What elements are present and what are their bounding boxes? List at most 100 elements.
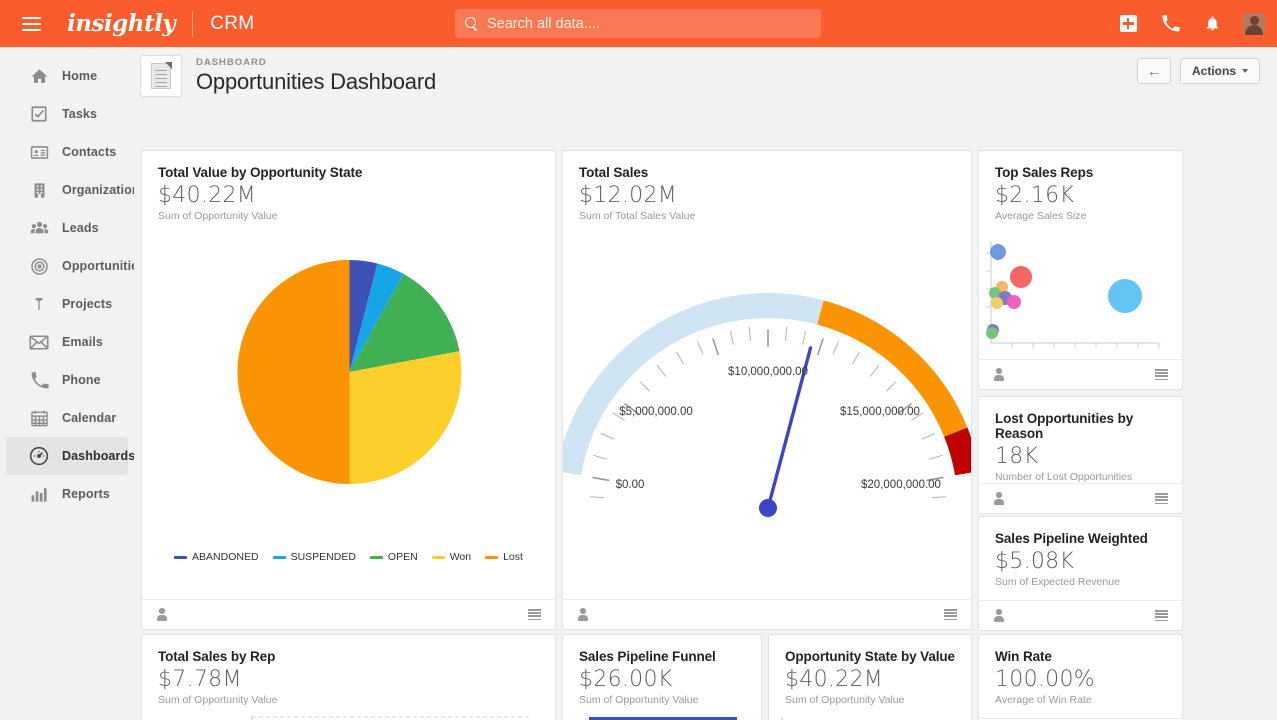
card-lost-opportunities-by-reason[interactable]: Lost Opportunities by Reason 18K Number … [978,396,1183,514]
card-subtitle: Sum of Total Sales Value [579,210,696,222]
search-icon [465,16,479,31]
sidebar-item-label: Reports [62,487,110,501]
card-subtitle: Average of Win Rate [995,694,1092,706]
phone-icon[interactable] [1157,11,1183,37]
bar-chart-icon [28,483,50,505]
person-icon[interactable] [993,609,1004,622]
legend-swatch [485,555,499,559]
sidebar-item-organizations[interactable]: Organizations [6,171,147,209]
card-title: Total Value by Opportunity State [158,165,363,180]
hammer-icon [28,293,50,315]
card-sales-pipeline-funnel[interactable]: Sales Pipeline Funnel $26.00K Sum of Opp… [562,634,762,720]
card-value: 18K [995,444,1039,469]
card-subtitle: Sum of Opportunity Value [579,694,699,706]
card-total-value-by-opportunity-state[interactable]: Total Value by Opportunity State $40.22M… [141,150,556,630]
sidebar-item-label: Leads [62,221,99,235]
sidebar-item-calendar[interactable]: Calendar [6,399,128,437]
sidebar-item-leads[interactable]: Leads [6,209,128,247]
global-search[interactable] [455,9,821,38]
person-icon[interactable] [577,608,588,621]
sidebar-item-tasks[interactable]: Tasks [6,95,128,133]
gauge-hub [759,499,777,517]
sidebar-item-dashboards[interactable]: Dashboards [6,437,135,475]
card-sales-pipeline-weighted[interactable]: Sales Pipeline Weighted $5.08K Sum of Ex… [978,516,1183,631]
sidebar-item-label: Contacts [62,145,117,159]
brand-logo[interactable]: insightly [67,10,176,37]
legend-label: Won [449,551,472,563]
horizontal-bar-chart: Sarah Gradolf Brian Bagley [142,713,555,720]
contact-card-icon [28,141,50,163]
card-subtitle: Number of Lost Opportunities [995,471,1133,483]
phone-icon [28,369,50,391]
card-subtitle: Sum of Expected Revenue [995,576,1120,588]
list-view-icon[interactable] [1155,610,1168,622]
sidebar-item-label: Calendar [62,411,117,425]
card-footer [979,600,1182,630]
list-view-icon[interactable] [1155,369,1168,381]
pie-slice-lost [237,260,350,484]
legend-swatch [431,555,445,559]
checkbox-icon [28,103,50,125]
gauge-tick-label: $10,000,000.00 [728,366,808,378]
card-total-sales-by-rep[interactable]: Total Sales by Rep $7.78M Sum of Opportu… [141,634,556,720]
sidebar-item-opportunities[interactable]: Opportunities [6,247,145,285]
back-button[interactable]: ← [1136,58,1171,84]
legend-swatch [174,555,188,559]
legend-item[interactable]: Won [431,551,472,563]
card-top-sales-reps[interactable]: Top Sales Reps $2.16K Average Sales Size [978,150,1183,390]
card-subtitle: Sum of Opportunity Value [158,694,278,706]
scatter-point [1007,295,1021,309]
scatter-point [1108,279,1142,313]
sidebar-item-contacts[interactable]: Contacts [6,133,128,171]
sidebar-item-phone[interactable]: Phone [6,361,128,399]
list-view-icon[interactable] [944,609,957,621]
card-subtitle: Sum of Opportunity Value [158,210,278,222]
scatter-point [986,327,998,339]
person-icon[interactable] [993,492,1004,505]
page-header: DASHBOARD Opportunities Dashboard ← Acti… [134,47,1277,104]
card-footer [563,599,971,629]
sidebar-item-label: Projects [62,297,113,311]
card-title: Top Sales Reps [995,165,1094,180]
card-footer [979,359,1182,389]
sidebar-item-label: Dashboards [62,449,136,463]
card-title: Opportunity State by Value [785,649,955,664]
sidebar-item-reports[interactable]: Reports [6,475,128,513]
actions-button-label: Actions [1191,64,1236,78]
legend-swatch [369,555,383,559]
card-footer [979,483,1182,513]
menu-icon[interactable] [8,0,55,47]
sidebar-item-emails[interactable]: Emails [6,323,128,361]
person-icon[interactable] [156,608,167,621]
card-total-sales[interactable]: Total Sales $12.02M Sum of Total Sales V… [562,150,972,630]
card-title: Win Rate [995,649,1052,664]
app-name-label: CRM [210,12,255,34]
pie-chart [142,247,555,522]
legend-item[interactable]: OPEN [369,551,418,563]
sidebar-item-label: Phone [62,373,101,387]
bell-icon[interactable] [1199,11,1225,37]
gauge-tick-label: $5,000,000.00 [619,406,693,418]
legend-item[interactable]: SUSPENDED [272,551,356,563]
main-content: DASHBOARD Opportunities Dashboard ← Acti… [134,47,1277,720]
sidebar-item-label: Tasks [62,107,98,121]
card-value: $12.02M [579,183,678,208]
list-view-icon[interactable] [528,609,541,621]
header-actions: ← Actions [1136,58,1260,84]
search-input[interactable] [487,15,821,32]
scatter-point [1010,266,1032,288]
card-opportunity-state-by-value[interactable]: Opportunity State by Value $40.22M Sum o… [768,634,972,720]
legend-item[interactable]: ABANDONED [174,551,259,563]
legend-label: OPEN [387,551,418,563]
actions-button[interactable]: Actions [1179,58,1260,84]
sidebar-item-projects[interactable]: Projects [6,285,128,323]
sidebar-navigation: Home Tasks Contacts Organizations Leads … [0,47,147,720]
sidebar-item-home[interactable]: Home [6,57,128,95]
card-win-rate[interactable]: Win Rate 100.00% Average of Win Rate [978,634,1183,720]
add-icon[interactable] [1115,11,1141,37]
legend-label: ABANDONED [192,551,259,563]
person-icon[interactable] [993,368,1004,381]
avatar[interactable] [1241,11,1267,37]
legend-item[interactable]: Lost [485,551,523,563]
list-view-icon[interactable] [1155,493,1168,505]
